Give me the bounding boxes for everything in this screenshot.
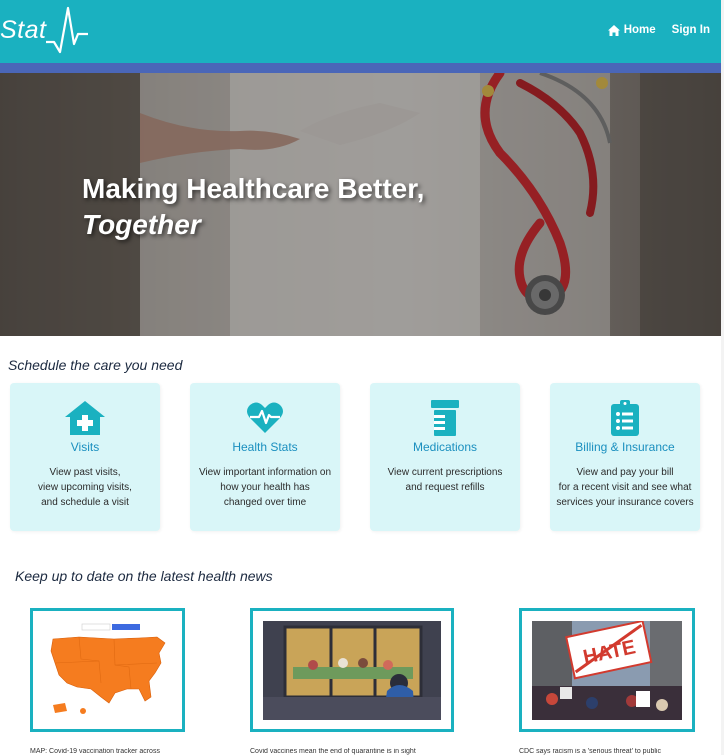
nav-signin-link[interactable]: Sign In <box>672 24 710 36</box>
news-heading: Keep up to date on the latest health new… <box>15 568 273 584</box>
logo-text: Stat <box>0 16 47 44</box>
nav-home-label: Home <box>623 24 656 36</box>
hero-title-line1: Making Healthcare Better, <box>82 173 425 204</box>
clipboard-list-icon <box>605 400 645 436</box>
card-visits-desc: View past visits, view upcoming visits, … <box>38 467 132 508</box>
stat-logo[interactable]: Stat <box>0 4 92 60</box>
home-icon <box>607 24 620 36</box>
news-card-vaccination-map[interactable] <box>30 608 185 732</box>
heartbeat-line-icon <box>46 6 88 54</box>
card-health-stats-title: Health Stats <box>232 440 298 454</box>
nav-signin-label: Sign In <box>671 24 710 36</box>
us-vaccination-map-image <box>50 623 166 714</box>
news-caption-2[interactable]: Covid vaccines mean the end of quarantin… <box>250 748 465 755</box>
services-cards: Visits View past visits, view upcoming v… <box>10 383 700 531</box>
card-visits-title: Visits <box>70 440 100 454</box>
news-card-quarantine[interactable] <box>250 608 454 732</box>
hero-title-line2: Together <box>82 209 201 240</box>
prescription-bottle-icon <box>425 400 465 436</box>
hate-protest-sign-photo-image: HATE <box>532 621 682 720</box>
house-medical-icon <box>65 401 105 435</box>
card-health-stats-desc: View important information on how your h… <box>198 467 332 508</box>
services-heading: Schedule the care you need <box>8 357 183 373</box>
card-medications[interactable]: Medications View current prescriptions a… <box>370 383 520 531</box>
nav-home-link[interactable]: Home <box>607 24 656 36</box>
card-billing-desc: View and pay your bill for a recent visi… <box>556 467 694 508</box>
card-billing-insurance[interactable]: Billing & Insurance View and pay your bi… <box>550 383 700 531</box>
main-nav: Home Sign In <box>607 24 710 36</box>
hero-banner: Making Healthcare Better, Together <box>0 73 724 336</box>
window-gathering-illustration-image <box>263 621 441 720</box>
news-caption-1[interactable]: MAP: Covid-19 vaccination tracker across <box>30 748 210 755</box>
card-medications-desc: View current prescriptions and request r… <box>387 467 503 493</box>
header-accent-strip <box>0 63 724 73</box>
heartbeat-icon <box>245 401 285 435</box>
hero-title: Making Healthcare Better, Together <box>82 171 424 243</box>
top-navbar: Stat Home Sign In <box>0 0 724 63</box>
news-card-racism[interactable]: HATE <box>519 608 695 732</box>
card-medications-title: Medications <box>412 440 478 454</box>
card-health-stats[interactable]: Health Stats View important information … <box>190 383 340 531</box>
card-billing-title: Billing & Insurance <box>575 440 675 454</box>
news-caption-3[interactable]: CDC says racism is a 'serious threat' to… <box>519 748 711 755</box>
card-visits[interactable]: Visits View past visits, view upcoming v… <box>10 383 160 531</box>
